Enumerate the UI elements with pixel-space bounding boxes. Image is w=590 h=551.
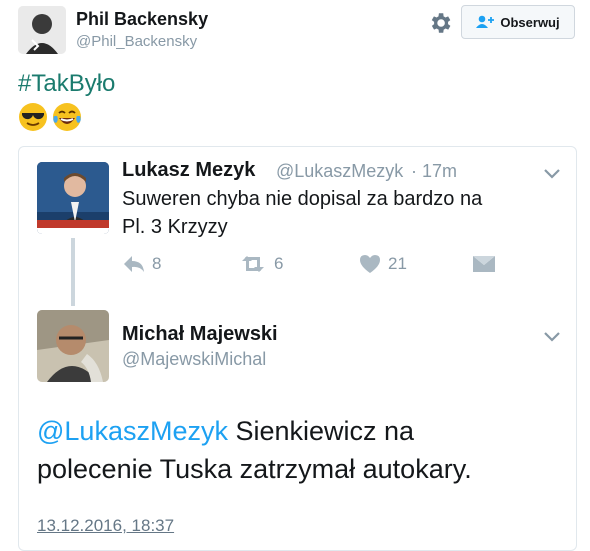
michal-avatar[interactable] — [37, 310, 109, 382]
parent-text-line2: Pl. 3 Krzyzy — [122, 216, 228, 238]
reply-text: @LukaszMezyk Sienkiewicz na polecenie Tu… — [37, 412, 557, 488]
retweet-icon — [242, 256, 264, 272]
reply-handle[interactable]: @MajewskiMichal — [122, 349, 266, 370]
retweet-action[interactable]: 6 — [238, 254, 283, 274]
follow-button[interactable]: Obserwuj — [461, 5, 575, 39]
parent-handle[interactable]: @LukaszMezyk — [276, 161, 403, 182]
thread-connector — [71, 238, 75, 306]
reply-text-line2: polecenie Tuska zatrzymał autokary. — [37, 454, 472, 484]
like-count: 21 — [388, 254, 407, 273]
chevron-down-icon[interactable] — [543, 331, 561, 343]
reply-action[interactable]: 8 — [122, 254, 161, 274]
chevron-down-icon[interactable] — [543, 168, 561, 180]
parent-display-name[interactable]: Lukasz Mezyk — [122, 159, 255, 182]
envelope-icon — [473, 256, 495, 272]
reply-count: 8 — [152, 254, 162, 273]
laughing-tears-emoji-icon — [53, 103, 81, 131]
author-display-name[interactable]: Phil Backensky — [76, 9, 208, 30]
reply-display-name[interactable]: Michał Majewski — [122, 323, 278, 346]
gear-icon[interactable] — [427, 10, 453, 36]
follow-button-label: Obserwuj — [500, 14, 560, 30]
sunglasses-emoji-icon — [19, 103, 47, 131]
like-action[interactable]: 21 — [358, 254, 407, 274]
mention-link[interactable]: @LukaszMezyk — [37, 416, 228, 446]
direct-message-action[interactable] — [472, 254, 496, 274]
retweet-count: 6 — [274, 254, 284, 273]
hashtag-link[interactable]: #TakByło — [18, 70, 115, 98]
reply-text-line1: Sienkiewicz na — [227, 416, 415, 446]
lukasz-avatar[interactable] — [37, 162, 109, 234]
author-handle[interactable]: @Phil_Backensky — [76, 33, 197, 50]
add-user-icon — [476, 15, 495, 28]
parent-time[interactable]: · 17m — [411, 161, 457, 182]
reply-icon — [124, 256, 144, 272]
tweet-timestamp[interactable]: 13.12.2016, 18:37 — [37, 516, 174, 536]
parent-text-line1: Suweren chyba nie dopisal za bardzo na — [122, 188, 483, 210]
author-avatar[interactable] — [18, 6, 66, 54]
heart-icon — [360, 255, 380, 273]
